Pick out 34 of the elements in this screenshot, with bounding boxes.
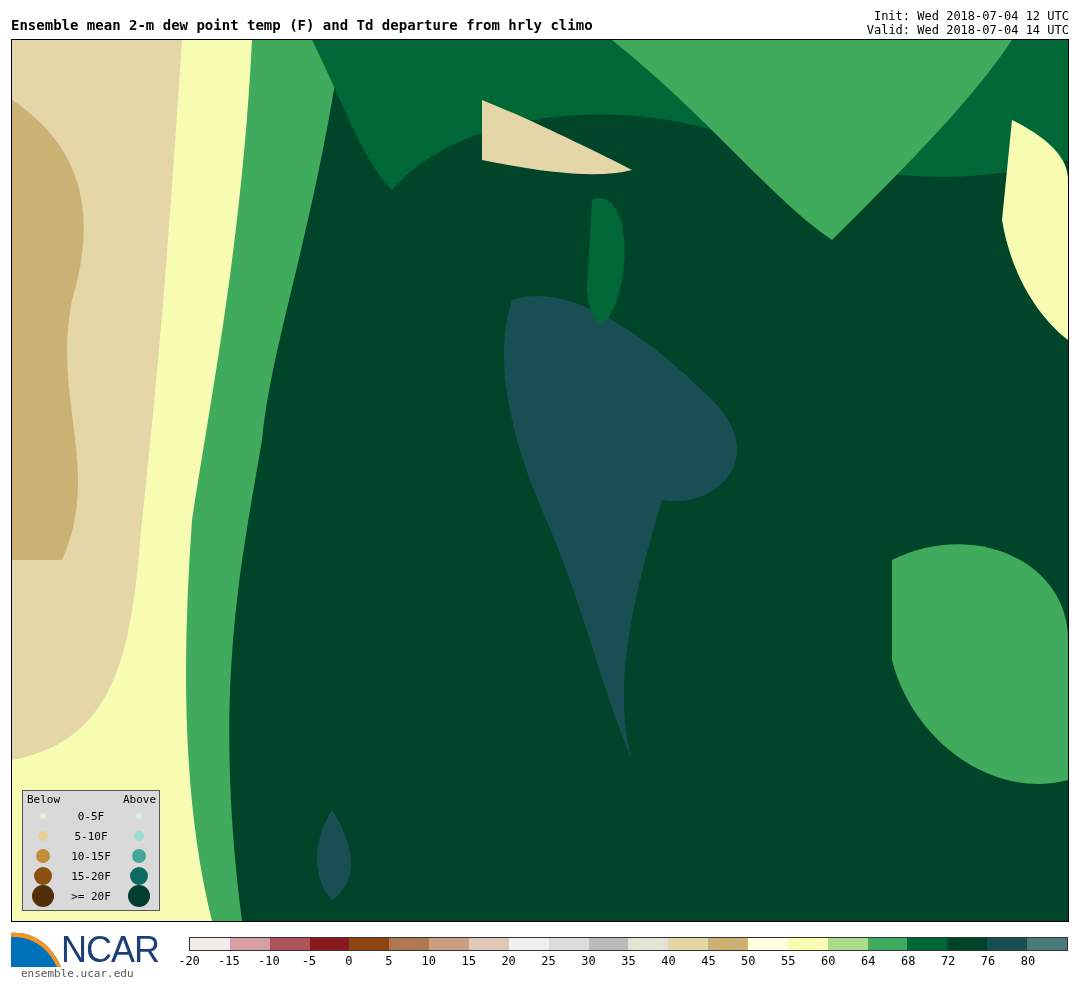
scale-tick-label: 10 — [421, 954, 436, 968]
scale-tick-label: -15 — [218, 954, 240, 968]
legend-header: Above — [123, 793, 155, 806]
scale-tick-label: 68 — [900, 954, 916, 968]
legend-label: >= 20F — [70, 889, 112, 903]
scale-tick-label: -10 — [258, 954, 280, 968]
legend-label: 10-15F — [70, 849, 112, 863]
scale-tick-label: 0 — [345, 954, 353, 968]
scale-tick-label: -5 — [301, 954, 317, 968]
scale-tick-label: 20 — [501, 954, 516, 968]
scale-tick-label: 5 — [385, 954, 393, 968]
scale-tick-label: 35 — [621, 954, 636, 968]
scale-tick-label: 30 — [581, 954, 596, 968]
scale-tick-label: 72 — [940, 954, 956, 968]
scale-tick-label: 50 — [741, 954, 756, 968]
legend-label: 15-20F — [70, 869, 112, 883]
scale-tick-label: 15 — [461, 954, 476, 968]
scale-tick-label: 60 — [821, 954, 836, 968]
scale-tick-label: 40 — [661, 954, 676, 968]
logo-text: NCAR — [61, 933, 159, 967]
scale-tick-label: 76 — [980, 954, 996, 968]
valid-time: Valid: Wed 2018-07-04 14 UTC — [866, 23, 1069, 37]
scale-tick-label: 45 — [701, 954, 716, 968]
init-time: Init: Wed 2018-07-04 12 UTC — [873, 9, 1069, 23]
chart-title: Ensemble mean 2-m dew point temp (F) and Td departure from hrly climo — [11, 17, 593, 35]
legend-label: 5-10F — [73, 829, 109, 843]
legend-label: 0-5F — [76, 809, 106, 823]
scale-tick-label: 55 — [781, 954, 796, 968]
site-url: ensemble.ucar.edu — [20, 967, 135, 980]
scale-tick-label: 64 — [861, 954, 876, 968]
scale-tick-label: 80 — [1020, 954, 1036, 968]
legend-header: Below — [27, 793, 59, 806]
scale-tick-label: -20 — [178, 954, 200, 968]
scale-tick-label: 25 — [541, 954, 556, 968]
